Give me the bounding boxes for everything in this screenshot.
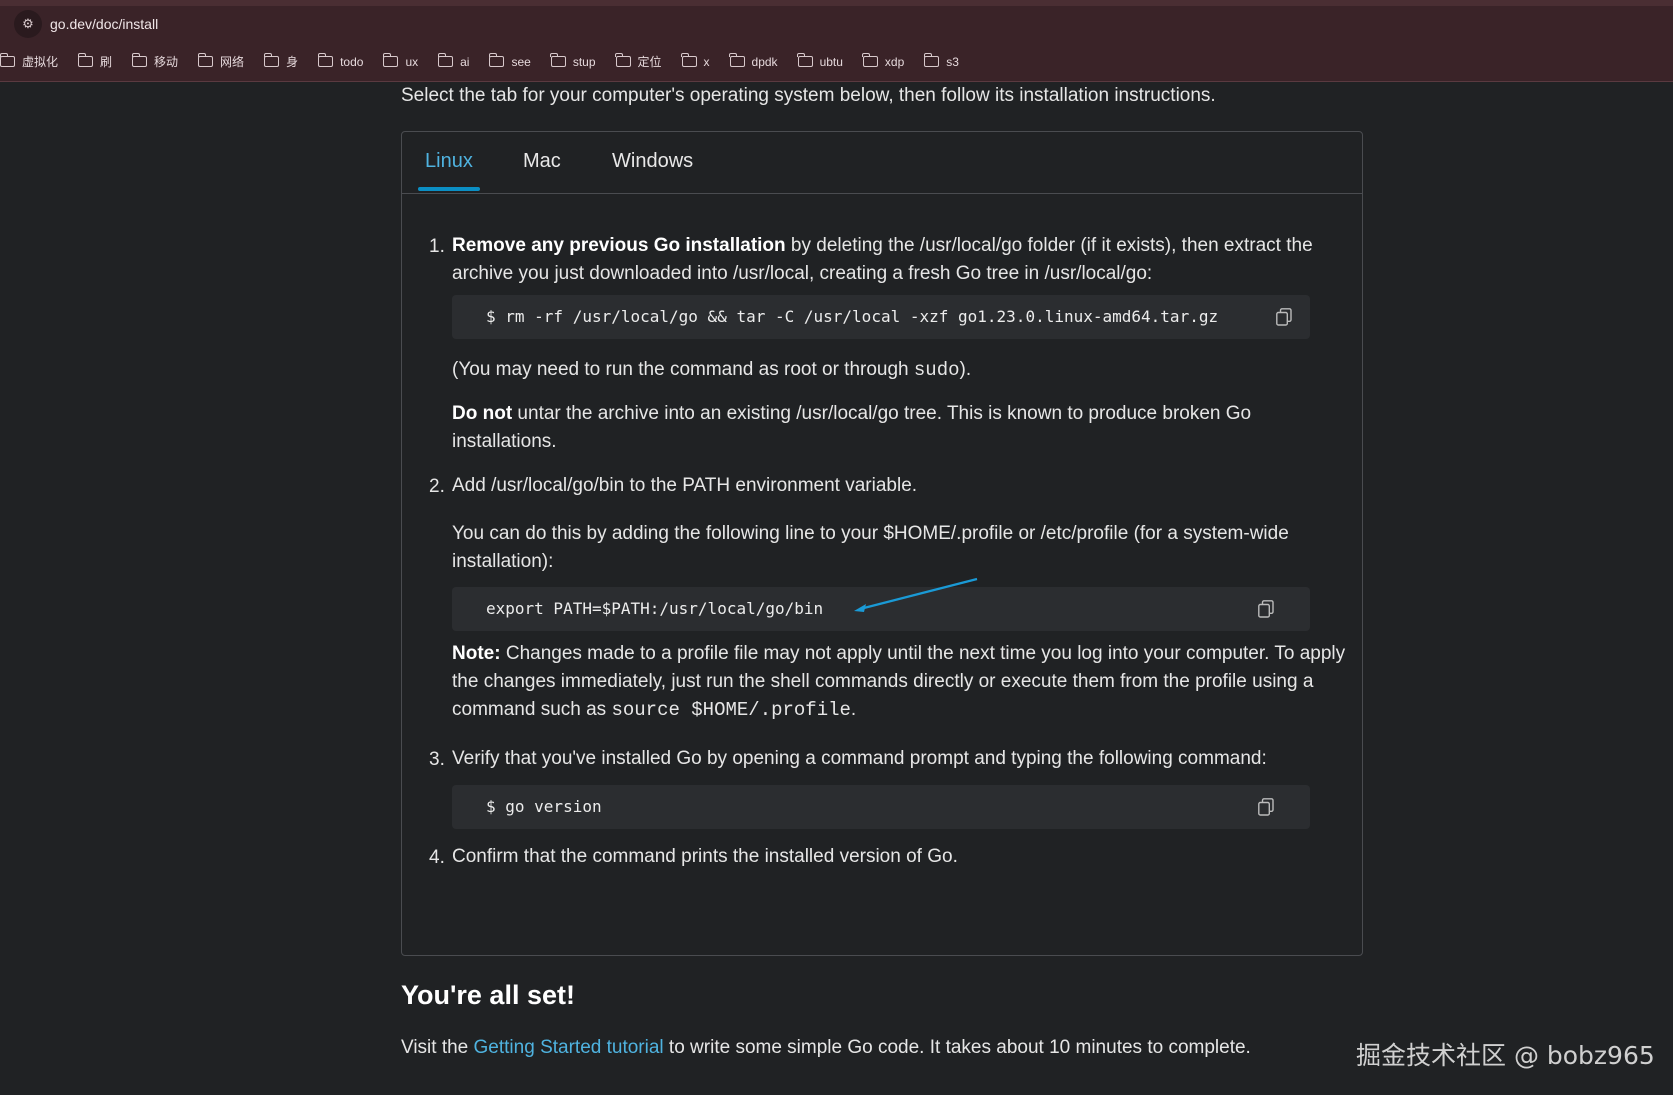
step-3-text: Verify that you've installed Go by openi…	[452, 748, 1267, 769]
bookmark-folder[interactable]: 网络	[197, 53, 244, 70]
bookmark-folder[interactable]: x	[681, 53, 710, 69]
step-number: 4.	[429, 847, 445, 868]
bookmark-folder[interactable]: xdp	[862, 53, 904, 69]
bookmark-folder[interactable]: see	[488, 53, 531, 69]
step-1-text: Remove any previous Go installation by d…	[452, 235, 1313, 284]
bookmark-folder[interactable]: 移动	[131, 53, 178, 70]
bookmark-folder[interactable]: stup	[550, 53, 596, 69]
intro-text: Select the tab for your computer's opera…	[401, 85, 1216, 106]
folder-icon	[797, 53, 813, 67]
section-heading: You're all set!	[401, 980, 575, 1010]
code-block-version: $ go version	[452, 785, 1310, 829]
folder-icon	[550, 53, 566, 67]
folder-icon	[77, 53, 94, 67]
folder-icon	[197, 53, 214, 67]
tab-windows[interactable]: Windows	[612, 150, 693, 173]
code-text[interactable]: export PATH=$PATH:/usr/local/go/bin	[486, 599, 823, 618]
bookmark-folder[interactable]: 身	[263, 53, 298, 70]
annotation-arrow	[854, 577, 978, 612]
active-tab-indicator	[418, 187, 480, 191]
step-1-root-note: (You may need to run the command as root…	[452, 359, 972, 381]
code-block-path: export PATH=$PATH:/usr/local/go/bin	[452, 577, 1310, 631]
bookmark-folder[interactable]: dpdk	[729, 53, 778, 69]
url-text[interactable]: go.dev/doc/install	[50, 16, 158, 32]
step-4-text: Confirm that the command prints the inst…	[452, 846, 958, 867]
bookmark-folder[interactable]: ux	[382, 53, 418, 69]
bookmark-folder[interactable]: 定位	[615, 53, 662, 70]
tab-bar: Linux Mac Windows	[402, 132, 1362, 194]
bookmark-folder[interactable]: todo	[317, 53, 363, 69]
tab-mac[interactable]: Mac	[523, 150, 561, 173]
copy-icon[interactable]	[1258, 798, 1274, 816]
copy-icon[interactable]	[1258, 600, 1274, 618]
code-text[interactable]: $ go version	[486, 797, 602, 816]
folder-icon	[923, 53, 940, 67]
visit-paragraph: Visit the Getting Started tutorial to wr…	[401, 1037, 1251, 1058]
step-1-warning: Do not untar the archive into an existin…	[452, 403, 1252, 452]
bookmark-folder[interactable]: ubtu	[797, 53, 843, 69]
folder-icon	[862, 53, 878, 67]
code-text[interactable]: $ rm -rf /usr/local/go && tar -C /usr/lo…	[486, 307, 1218, 326]
step-number: 3.	[429, 749, 445, 770]
step-2-subtext: You can do this by adding the following …	[452, 523, 1289, 572]
bookmarks-bar: 虚拟化 刷 移动 网络 身 todo ux ai see stup 定位 x d…	[0, 42, 1673, 82]
step-number: 1.	[429, 236, 445, 257]
step-2-note: Note: Changes made to a profile file may…	[452, 643, 1346, 721]
folder-icon	[615, 53, 631, 67]
folder-icon	[131, 53, 148, 67]
bookmark-folder[interactable]: ai	[437, 53, 469, 69]
folder-icon	[488, 53, 505, 67]
folder-icon	[729, 53, 745, 67]
step-2-text: Add /usr/local/go/bin to the PATH enviro…	[452, 475, 918, 496]
address-bar[interactable]: ⚙ go.dev/doc/install	[0, 0, 1673, 42]
getting-started-link[interactable]: Getting Started tutorial	[474, 1037, 664, 1058]
folder-icon	[317, 53, 334, 67]
folder-icon	[437, 53, 454, 67]
bookmark-folder[interactable]: 虚拟化	[0, 53, 58, 70]
folder-icon	[263, 53, 280, 67]
watermark: 掘金技术社区 @ bobz965	[1356, 1041, 1655, 1070]
folder-icon	[382, 53, 399, 67]
code-block-extract: $ rm -rf /usr/local/go && tar -C /usr/lo…	[452, 295, 1310, 339]
copy-icon[interactable]	[1276, 308, 1292, 326]
site-settings-icon[interactable]: ⚙	[14, 10, 42, 38]
os-tabs-panel: Linux Mac Windows 1. Remove any previous…	[401, 131, 1363, 956]
folder-icon	[0, 53, 15, 67]
tab-linux[interactable]: Linux	[425, 150, 473, 173]
step-number: 2.	[429, 476, 445, 497]
bookmark-folder[interactable]: s3	[923, 53, 959, 69]
folder-icon	[681, 53, 697, 67]
bookmark-folder[interactable]: 刷	[77, 53, 112, 70]
